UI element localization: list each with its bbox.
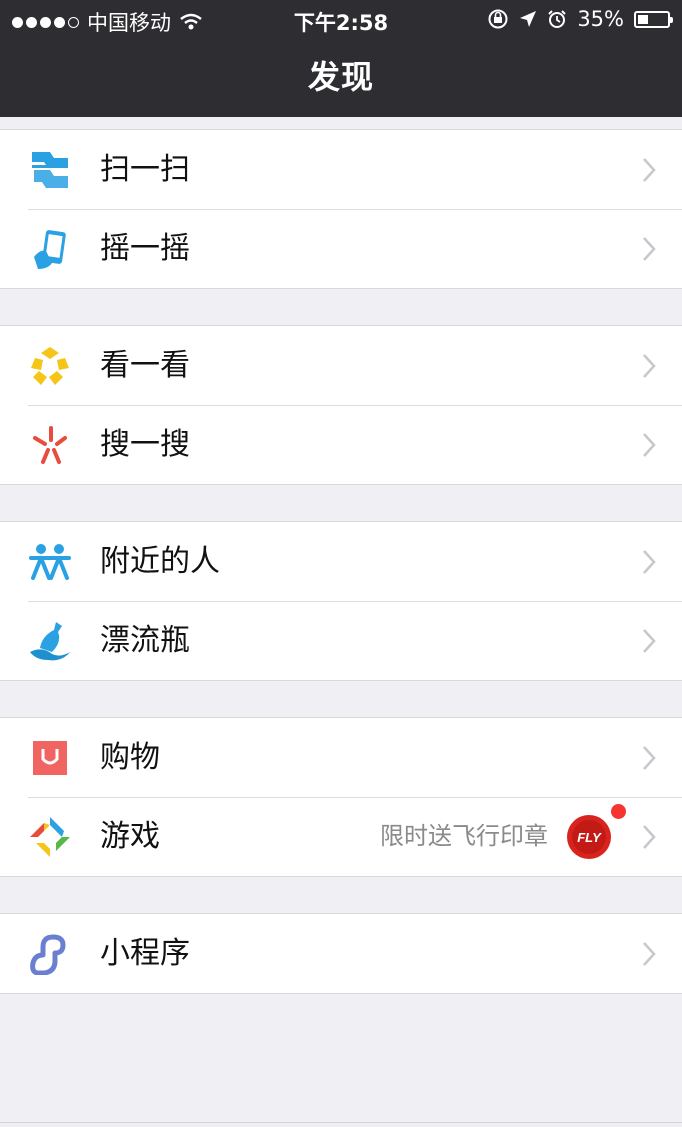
shake-icon bbox=[27, 226, 73, 272]
chevron-right-icon bbox=[643, 237, 656, 261]
people-nearby-icon bbox=[27, 539, 73, 585]
chevron-right-icon bbox=[643, 942, 656, 966]
battery-percent: 35% bbox=[577, 7, 624, 31]
menu-item-top-stories[interactable]: 看一看 bbox=[0, 326, 682, 405]
chevron-right-icon bbox=[643, 746, 656, 770]
menu-item-label: 搜一搜 bbox=[100, 427, 190, 462]
menu-item-label: 漂流瓶 bbox=[100, 623, 190, 658]
menu-group-2: 看一看 搜一搜 bbox=[0, 325, 682, 485]
status-bar: 中国移动 下午2:58 35% bbox=[0, 0, 682, 38]
top-stories-icon bbox=[27, 343, 73, 389]
svg-text:FLY: FLY bbox=[577, 830, 602, 845]
menu-item-scan[interactable]: 扫一扫 bbox=[0, 130, 682, 209]
menu-item-drift-bottle[interactable]: 漂流瓶 bbox=[0, 601, 682, 680]
location-icon bbox=[520, 11, 537, 27]
tab-bar-divider bbox=[0, 1122, 682, 1123]
menu-group-4: 购物 游戏 限时送飞行印章 FLY bbox=[0, 717, 682, 877]
chevron-right-icon bbox=[643, 158, 656, 182]
rotation-lock-icon bbox=[488, 9, 508, 29]
games-icon bbox=[27, 814, 73, 860]
games-promo-text: 限时送飞行印章 bbox=[380, 822, 548, 850]
menu-group-1: 扫一扫 摇一摇 bbox=[0, 129, 682, 289]
scan-icon bbox=[27, 147, 73, 193]
menu-item-shopping[interactable]: 购物 bbox=[0, 718, 682, 797]
search-icon bbox=[27, 422, 73, 468]
shopping-icon bbox=[27, 735, 73, 781]
menu-group-3: 附近的人 漂流瓶 bbox=[0, 521, 682, 681]
nav-bar: 中国移动 下午2:58 35% 发现 bbox=[0, 0, 682, 117]
menu-group-5: 小程序 bbox=[0, 913, 682, 994]
alarm-icon bbox=[548, 10, 567, 28]
menu-item-search[interactable]: 搜一搜 bbox=[0, 405, 682, 484]
chevron-right-icon bbox=[643, 629, 656, 653]
menu-item-label: 游戏 bbox=[100, 819, 160, 854]
drift-bottle-icon bbox=[27, 618, 73, 664]
notification-dot bbox=[611, 804, 626, 819]
chevron-right-icon bbox=[643, 550, 656, 574]
chevron-right-icon bbox=[643, 354, 656, 378]
menu-item-label: 摇一摇 bbox=[100, 231, 190, 266]
battery-icon bbox=[634, 10, 673, 28]
menu-item-shake[interactable]: 摇一摇 bbox=[0, 209, 682, 288]
chevron-right-icon bbox=[643, 825, 656, 849]
menu-item-label: 看一看 bbox=[100, 348, 190, 383]
page-title: 发现 bbox=[307, 58, 374, 96]
chevron-right-icon bbox=[643, 433, 656, 457]
menu-item-label: 小程序 bbox=[100, 936, 190, 971]
menu-item-mini-program[interactable]: 小程序 bbox=[0, 914, 682, 993]
fly-stamp-icon: FLY bbox=[567, 815, 611, 859]
menu-item-label: 附近的人 bbox=[100, 544, 220, 579]
menu-item-games[interactable]: 游戏 限时送飞行印章 FLY bbox=[0, 797, 682, 876]
mini-program-icon bbox=[27, 931, 73, 977]
menu-item-people-nearby[interactable]: 附近的人 bbox=[0, 522, 682, 601]
menu-item-label: 扫一扫 bbox=[100, 152, 190, 187]
menu-item-label: 购物 bbox=[100, 740, 160, 775]
